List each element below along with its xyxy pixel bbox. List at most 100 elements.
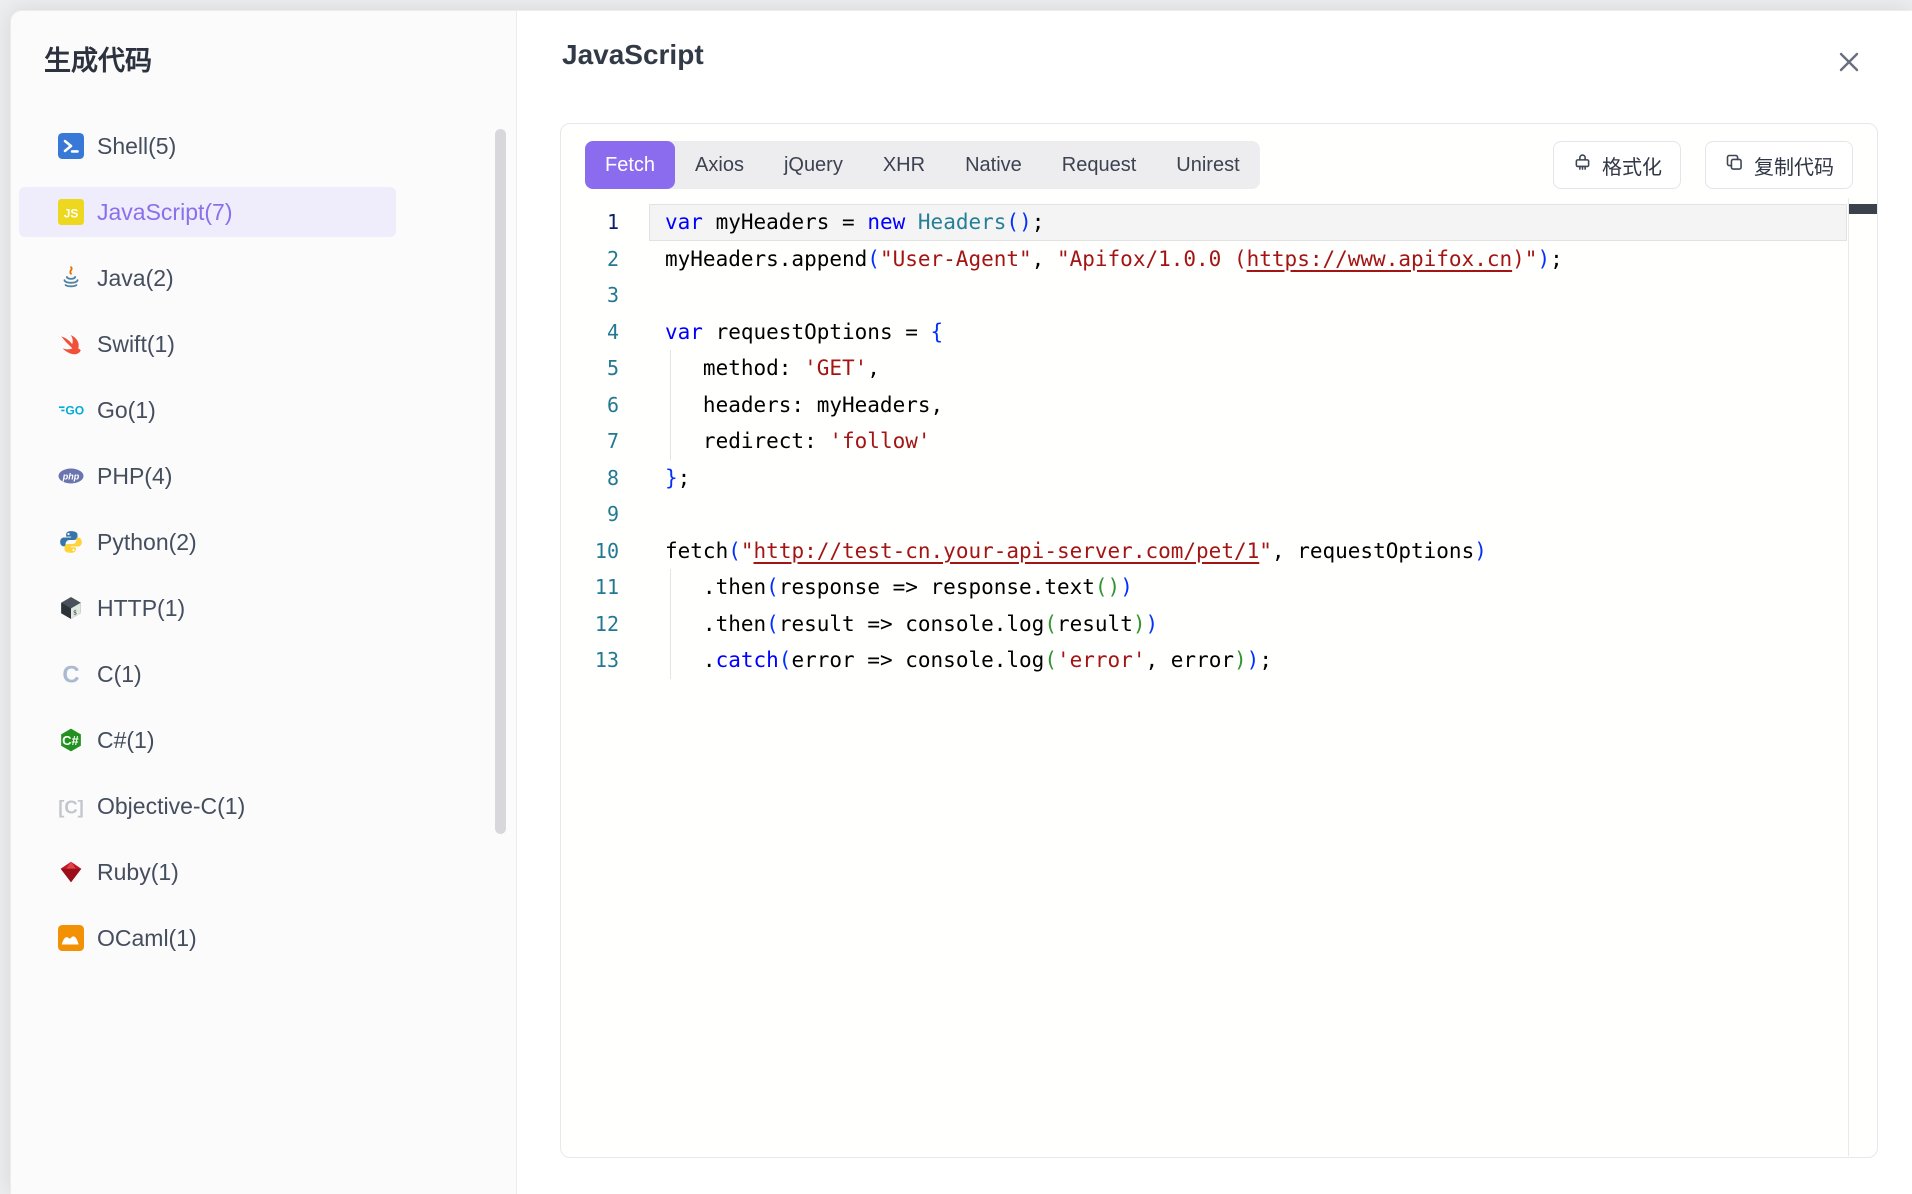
code-line[interactable]: 12 .then(result => console.log(result)) [561, 606, 1877, 643]
sidebar-item-label: C(1) [97, 661, 142, 688]
sidebar-item-label: Shell(5) [97, 133, 176, 160]
sidebar-item-http[interactable]: $HTTP(1) [19, 583, 396, 633]
sidebar-item-objectivec[interactable]: [C] Objective-C(1) [19, 781, 396, 831]
php-icon: php [58, 463, 84, 489]
sidebar-item-ruby[interactable]: Ruby(1) [19, 847, 396, 897]
sidebar-item-label: OCaml(1) [97, 925, 197, 952]
sidebar-item-javascript[interactable]: JS JavaScript(7) [19, 187, 396, 237]
tab-jquery[interactable]: jQuery [764, 141, 863, 189]
line-number: 9 [561, 496, 649, 533]
sidebar-item-label: JavaScript(7) [97, 199, 232, 226]
ocaml-icon [58, 925, 84, 951]
format-button-label: 格式化 [1602, 151, 1662, 180]
tab-fetch[interactable]: Fetch [585, 141, 675, 189]
line-number: 13 [561, 642, 649, 679]
code-line-content: myHeaders.append("User-Agent", "Apifox/1… [649, 241, 1847, 278]
code-line-content: redirect: 'follow' [649, 423, 1847, 460]
code-line[interactable]: 8}; [561, 460, 1877, 497]
close-icon[interactable] [1834, 47, 1864, 77]
page-title: JavaScript [562, 39, 704, 71]
ruby-icon [58, 859, 84, 885]
sidebar-item-label: C#(1) [97, 727, 155, 754]
sidebar-scrollbar-thumb[interactable] [495, 129, 506, 834]
line-number: 5 [561, 350, 649, 387]
sidebar-item-label: Python(2) [97, 529, 197, 556]
code-line-content [649, 496, 1847, 533]
shell-icon [58, 133, 84, 159]
sidebar-item-ocaml[interactable]: OCaml(1) [19, 913, 396, 963]
line-number: 6 [561, 387, 649, 424]
code-line[interactable]: 3 [561, 277, 1877, 314]
sidebar-item-label: Objective-C(1) [97, 793, 245, 820]
code-url-link[interactable]: https://www.apifox.cn [1247, 247, 1513, 271]
tab-axios[interactable]: Axios [675, 141, 764, 189]
code-line[interactable]: 9 [561, 496, 1877, 533]
code-line-content: var requestOptions = { [649, 314, 1847, 351]
code-url-link[interactable]: http://test-cn.your-api-server.com/pet/1 [754, 539, 1260, 563]
line-number: 8 [561, 460, 649, 497]
line-number: 7 [561, 423, 649, 460]
code-toolbar: FetchAxiosjQueryXHRNativeRequestUnirest … [585, 141, 1853, 189]
code-line[interactable]: 5 method: 'GET', [561, 350, 1877, 387]
line-number: 3 [561, 277, 649, 314]
sidebar-item-label: Java(2) [97, 265, 174, 292]
tab-request[interactable]: Request [1042, 141, 1157, 189]
code-line[interactable]: 6 headers: myHeaders, [561, 387, 1877, 424]
svg-text:php: php [62, 472, 80, 482]
code-line-content: method: 'GET', [649, 350, 1847, 387]
svg-text:JS: JS [64, 206, 79, 220]
tab-xhr[interactable]: XHR [863, 141, 945, 189]
javascript-icon: JS [58, 199, 84, 225]
sidebar-item-java[interactable]: Java(2) [19, 253, 396, 303]
copy-icon [1724, 152, 1745, 179]
svg-text:[C]: [C] [58, 797, 84, 818]
tab-unirest[interactable]: Unirest [1156, 141, 1259, 189]
code-line[interactable]: 7 redirect: 'follow' [561, 423, 1877, 460]
code-line-content: headers: myHeaders, [649, 387, 1847, 424]
line-number: 4 [561, 314, 649, 351]
client-tabs: FetchAxiosjQueryXHRNativeRequestUnirest [585, 141, 1260, 189]
generate-code-dialog: 生成代码 Shell(5) JS JavaScript(7) Java(2) Swift… [10, 10, 1912, 1194]
code-editor[interactable]: 1var myHeaders = new Headers();2myHeader… [561, 204, 1877, 1157]
sidebar-item-shell[interactable]: Shell(5) [19, 121, 396, 171]
sidebar-item-label: Go(1) [97, 397, 156, 424]
java-icon [58, 265, 84, 291]
sidebar-item-swift[interactable]: Swift(1) [19, 319, 396, 369]
sidebar-item-php[interactable]: php PHP(4) [19, 451, 396, 501]
code-line[interactable]: 11 .then(response => response.text()) [561, 569, 1877, 606]
sidebar-item-c[interactable]: C C(1) [19, 649, 396, 699]
tab-native[interactable]: Native [945, 141, 1042, 189]
line-number: 1 [561, 204, 649, 241]
code-line-content: fetch("http://test-cn.your-api-server.co… [649, 533, 1847, 570]
code-line-content [649, 277, 1847, 314]
dialog-title: 生成代码 [44, 39, 152, 78]
sidebar-item-label: PHP(4) [97, 463, 172, 490]
sidebar-item-python[interactable]: Python(2) [19, 517, 396, 567]
swift-icon [58, 331, 84, 357]
code-line-content: }; [649, 460, 1847, 497]
toolbar-buttons: 格式化 复制代码 [1553, 141, 1853, 189]
csharp-icon: C# [58, 727, 84, 753]
code-line[interactable]: 1var myHeaders = new Headers(); [561, 204, 1877, 241]
c-icon: C [58, 661, 84, 687]
code-line-content: var myHeaders = new Headers(); [649, 204, 1847, 241]
copy-code-button[interactable]: 复制代码 [1705, 141, 1853, 189]
format-button[interactable]: 格式化 [1553, 141, 1681, 189]
svg-text:C: C [62, 662, 79, 687]
go-icon: GO [58, 397, 84, 423]
code-line[interactable]: 13 .catch(error => console.log('error', … [561, 642, 1877, 679]
svg-text:GO: GO [65, 404, 84, 418]
code-line-content: .then(result => console.log(result)) [649, 606, 1847, 643]
sidebar-item-label: Swift(1) [97, 331, 175, 358]
code-line-content: .then(response => response.text()) [649, 569, 1847, 606]
code-line[interactable]: 4var requestOptions = { [561, 314, 1877, 351]
sidebar-item-label: Ruby(1) [97, 859, 179, 886]
sidebar-item-go[interactable]: GO Go(1) [19, 385, 396, 435]
code-line[interactable]: 10fetch("http://test-cn.your-api-server.… [561, 533, 1877, 570]
language-list: Shell(5) JS JavaScript(7) Java(2) Swift(1) GO… [19, 121, 396, 979]
svg-text:$: $ [73, 609, 77, 617]
line-number: 10 [561, 533, 649, 570]
editor-scrollbar-thumb[interactable] [1849, 204, 1877, 214]
code-line[interactable]: 2myHeaders.append("User-Agent", "Apifox/… [561, 241, 1877, 278]
sidebar-item-c#[interactable]: C# C#(1) [19, 715, 396, 765]
